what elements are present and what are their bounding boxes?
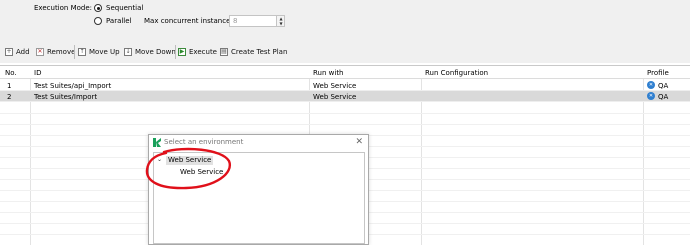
remove-label: Remove: [47, 48, 76, 56]
sequential-radio[interactable]: [94, 4, 102, 12]
max-concurrent-label: Max concurrent instances:: [144, 17, 237, 25]
toolbar-separator: [175, 45, 176, 59]
tree-group-web-service[interactable]: Web Service: [166, 156, 214, 165]
add-icon: +: [5, 48, 13, 56]
max-concurrent-spinner[interactable]: 8 ▲ ▼: [229, 15, 285, 27]
katalon-logo-icon: [153, 138, 161, 147]
execution-settings-panel: Execution Mode: Sequential Parallel Max …: [0, 0, 690, 37]
profile-icon: ✕: [647, 92, 655, 100]
document-icon: ▤: [220, 48, 228, 56]
dialog-title: Select an environment: [164, 138, 244, 146]
column-header-id[interactable]: ID: [34, 69, 41, 77]
column-header-run-configuration[interactable]: Run Configuration: [425, 69, 488, 77]
table-row[interactable]: 2 Test Suites/Import Web Service ✕ QA: [0, 91, 690, 102]
arrow-up-icon: ↑: [78, 48, 86, 56]
empty-row-line: [0, 124, 690, 125]
toolbar: + Add ✕ Remove ↑ Move Up ↓ Move Down ▶ E…: [0, 37, 690, 63]
dialog-title-bar[interactable]: Select an environment ✕: [149, 135, 368, 150]
parallel-label[interactable]: Parallel: [106, 17, 132, 25]
play-icon: ▶: [178, 48, 186, 56]
remove-icon: ✕: [36, 48, 44, 56]
row-number: 1: [7, 82, 12, 90]
column-header-no[interactable]: No.: [5, 69, 17, 77]
environment-tree: ⌄ Web Service Web Service: [153, 152, 365, 244]
spinner-down-icon[interactable]: ▼: [278, 21, 284, 26]
move-down-label: Move Down: [135, 48, 176, 56]
execute-button[interactable]: ▶ Execute: [178, 47, 217, 57]
sequential-label[interactable]: Sequential: [106, 4, 143, 12]
add-label: Add: [16, 48, 30, 56]
row-profile[interactable]: QA: [658, 82, 668, 90]
create-test-plan-button[interactable]: ▤ Create Test Plan: [220, 47, 287, 57]
move-up-button[interactable]: ↑ Move Up: [78, 47, 120, 57]
row-profile[interactable]: QA: [658, 93, 668, 101]
toolbar-separator: [74, 45, 75, 59]
arrow-down-icon: ↓: [124, 48, 132, 56]
spinner-buttons: ▲ ▼: [276, 16, 284, 26]
column-header-run-with[interactable]: Run with: [313, 69, 344, 77]
row-number: 2: [7, 93, 12, 101]
environment-dialog: Select an environment ✕ ⌄ Web Service We…: [148, 134, 369, 245]
move-up-label: Move Up: [89, 48, 120, 56]
row-run-with[interactable]: Web Service: [313, 93, 356, 101]
profile-icon: ✕: [647, 81, 655, 89]
row-run-with[interactable]: Web Service: [313, 82, 356, 90]
remove-button[interactable]: ✕ Remove: [36, 47, 75, 57]
execute-label: Execute: [189, 48, 217, 56]
add-button[interactable]: + Add: [5, 47, 30, 57]
tree-item-web-service[interactable]: Web Service: [180, 168, 223, 176]
parallel-radio[interactable]: [94, 17, 102, 25]
execution-mode-label: Execution Mode:: [34, 4, 93, 12]
column-header-profile[interactable]: Profile: [647, 69, 669, 77]
max-concurrent-value[interactable]: 8: [233, 17, 237, 25]
row-id: Test Suites/api_Import: [34, 82, 112, 90]
row-id: Test Suites/Import: [34, 93, 98, 101]
table-header: No. ID Run with Run Configuration Profil…: [0, 66, 690, 79]
chevron-down-icon[interactable]: ⌄: [157, 156, 162, 163]
empty-row-line: [0, 113, 690, 114]
close-icon[interactable]: ✕: [355, 136, 363, 148]
create-test-plan-label: Create Test Plan: [231, 48, 288, 56]
table-row[interactable]: 1 Test Suites/api_Import Web Service ✕ Q…: [0, 80, 690, 91]
move-down-button[interactable]: ↓ Move Down: [124, 47, 176, 57]
